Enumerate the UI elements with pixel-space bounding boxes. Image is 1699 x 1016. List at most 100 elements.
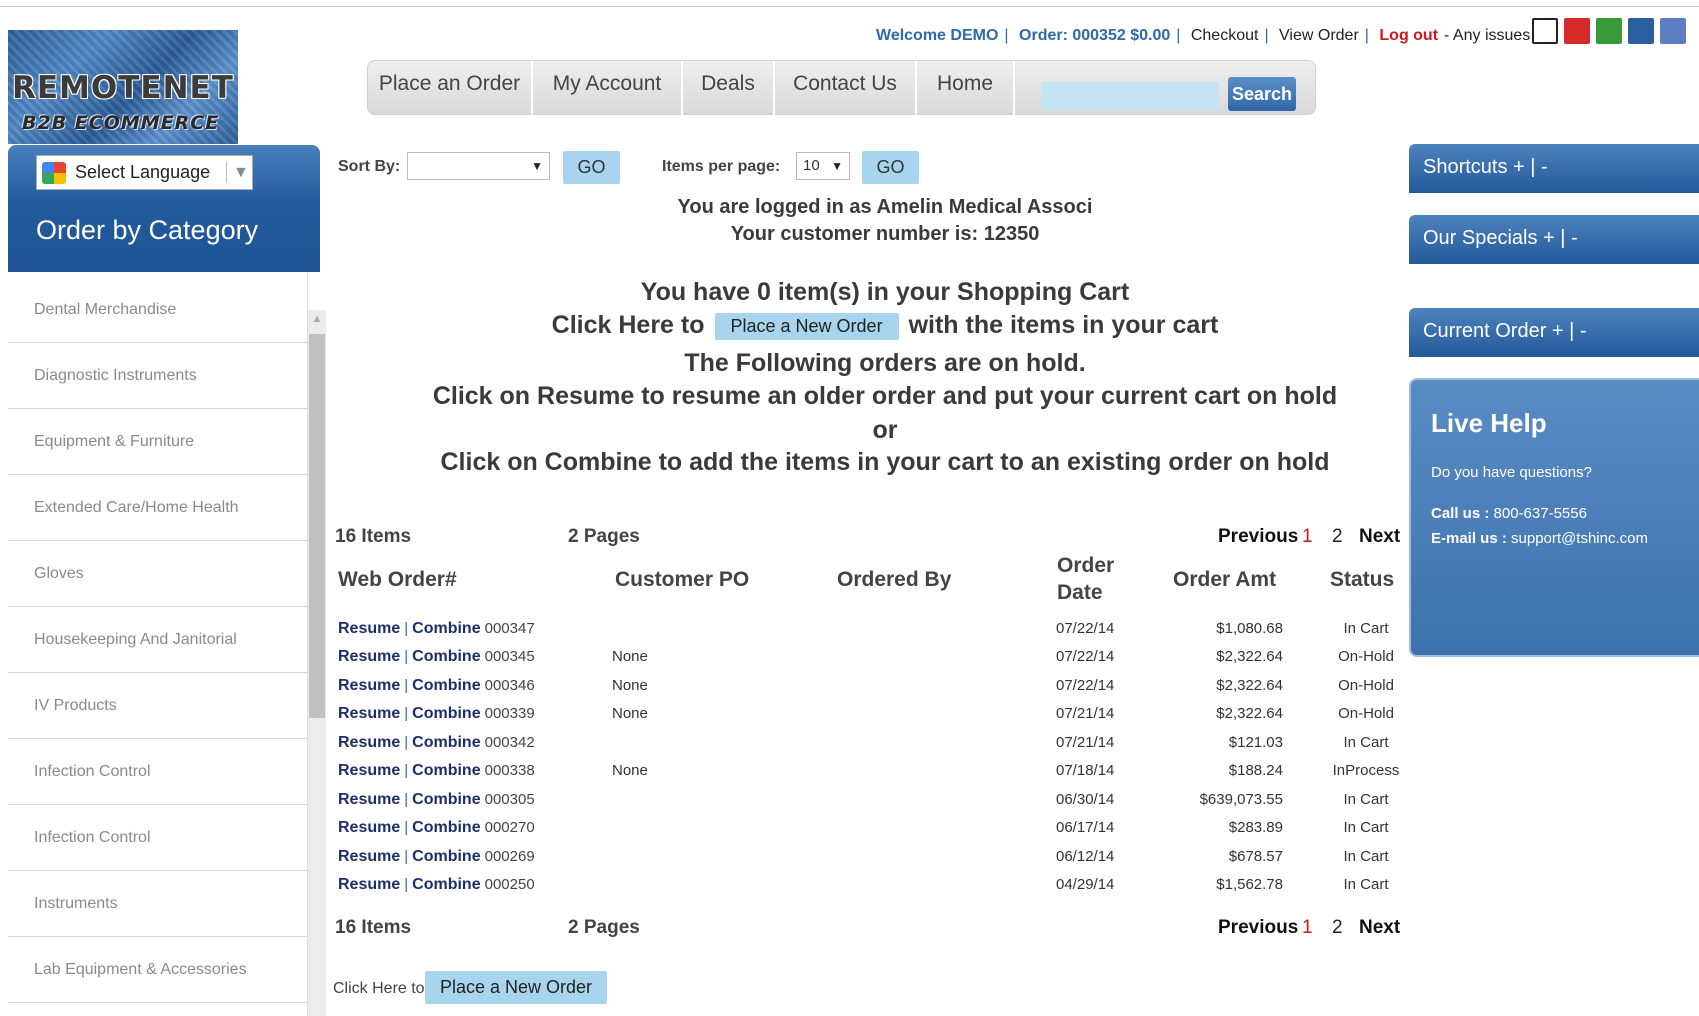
category-item[interactable]: Instruments: [8, 871, 308, 937]
combine-link[interactable]: Combine: [412, 791, 480, 808]
order-date: 06/17/14: [1056, 819, 1115, 836]
previous-link[interactable]: Previous: [1218, 526, 1298, 548]
sort-go-button[interactable]: GO: [563, 151, 620, 184]
language-label: Select Language: [75, 162, 211, 182]
word-icon[interactable]: [1660, 18, 1686, 44]
chevron-down-icon: ▼: [531, 159, 543, 173]
category-item[interactable]: Equipment & Furniture: [8, 409, 308, 475]
shortcuts-panel[interactable]: Shortcuts + | -: [1409, 144, 1699, 193]
category-label: Gloves: [34, 564, 84, 582]
combine-link[interactable]: Combine: [412, 848, 480, 865]
per-page-go-button[interactable]: GO: [862, 151, 919, 184]
nav-my-account[interactable]: My Account: [533, 61, 683, 115]
combine-link[interactable]: Combine: [412, 762, 480, 779]
item-count: 16 Items: [335, 526, 412, 547]
category-item[interactable]: Gloves: [8, 541, 308, 607]
sort-label: Sort By:: [338, 158, 401, 175]
resume-link[interactable]: Resume: [338, 734, 400, 751]
order-status: InProcess: [1332, 762, 1400, 779]
previous-link[interactable]: Previous: [1218, 917, 1298, 939]
resume-link[interactable]: Resume: [338, 876, 400, 893]
resume-link[interactable]: Resume: [338, 848, 400, 865]
resume-link[interactable]: Resume: [338, 819, 400, 836]
category-title: Order by Category: [36, 215, 259, 245]
combine-link[interactable]: Combine: [412, 734, 480, 751]
order-status: On-Hold: [1338, 705, 1394, 722]
resume-link[interactable]: Resume: [338, 705, 400, 722]
order-number: 000305: [484, 791, 535, 808]
next-link[interactable]: Next: [1359, 917, 1400, 939]
order-amount: $121.03: [1228, 734, 1283, 751]
combine-link[interactable]: Combine: [412, 677, 480, 694]
resume-info-text: Click on Resume to resume an older order…: [432, 382, 1338, 410]
order-amount: $2,322.64: [1216, 648, 1283, 665]
page-2-link[interactable]: 2: [1332, 526, 1343, 548]
scroll-up-icon[interactable]: ▲: [308, 310, 326, 328]
category-item[interactable]: Dental Merchandise: [8, 277, 308, 343]
resume-link[interactable]: Resume: [338, 762, 400, 779]
place-order-line: Click Here to Place a New Order with the i…: [335, 311, 1435, 340]
table-row: Resume | Combine 000347 07/22/14 $1,080.68 …: [338, 620, 1398, 646]
remotenet-logo[interactable]: REMOTENET B2B ECOMMERCE: [8, 30, 238, 144]
place-new-order-button[interactable]: Place a New Order: [714, 312, 899, 340]
combine-link[interactable]: Combine: [412, 648, 480, 665]
image-icon[interactable]: [1628, 18, 1654, 44]
nav-deals[interactable]: Deals: [683, 61, 775, 115]
category-item[interactable]: Infection Control: [8, 805, 308, 871]
divider: [226, 162, 227, 183]
category-item[interactable]: Extended Care/Home Health: [8, 475, 308, 541]
bottom-place-new-order-button[interactable]: Place a New Order: [425, 971, 607, 1004]
print-icon[interactable]: [1532, 18, 1558, 44]
next-link[interactable]: Next: [1359, 526, 1400, 548]
separator: |: [1264, 27, 1269, 44]
sort-select[interactable]: ▼: [407, 152, 550, 180]
category-label: Infection Control: [34, 828, 151, 846]
search-input[interactable]: [1041, 82, 1219, 110]
category-item[interactable]: Housekeeping And Janitorial: [8, 607, 308, 673]
current-order-link[interactable]: Order: 000352 $0.00: [1019, 27, 1170, 44]
pdf-icon[interactable]: [1564, 18, 1590, 44]
header-status: Status: [1330, 568, 1395, 591]
order-status: In Cart: [1343, 848, 1389, 865]
nav-home[interactable]: Home: [917, 61, 1015, 115]
page-1-link[interactable]: 1: [1302, 526, 1313, 548]
category-item[interactable]: Infection Control: [8, 739, 308, 805]
specials-panel[interactable]: Our Specials + | -: [1409, 215, 1699, 264]
scrollbar-thumb[interactable]: [309, 334, 325, 718]
language-select[interactable]: Select Language ▼: [36, 155, 253, 190]
search-button[interactable]: Search: [1228, 77, 1296, 111]
page-2-link[interactable]: 2: [1332, 917, 1343, 939]
table-row: Resume | Combine 000270 06/17/14 $283.89 In…: [338, 819, 1398, 845]
checkout-link[interactable]: Checkout: [1191, 27, 1259, 44]
category-item[interactable]: Diagnostic Instruments: [8, 343, 308, 409]
current-order-panel[interactable]: Current Order + | -: [1409, 308, 1699, 357]
call-label: Call us :: [1431, 505, 1490, 522]
nav-place-order[interactable]: Place an Order: [368, 61, 533, 115]
resume-link[interactable]: Resume: [338, 791, 400, 808]
resume-link[interactable]: Resume: [338, 648, 400, 665]
category-item[interactable]: Lab Equipment & Accessories: [8, 937, 308, 1003]
click-here-text: Click Here to: [551, 311, 705, 339]
nav-contact-us[interactable]: Contact Us: [775, 61, 917, 115]
logo-subtitle: B2B ECOMMERCE: [22, 112, 220, 134]
logout-link[interactable]: Log out: [1379, 27, 1438, 44]
combine-info-text: Click on Combine to add the items in you…: [440, 448, 1330, 476]
combine-link[interactable]: Combine: [412, 876, 480, 893]
order-amount: $678.57: [1228, 848, 1283, 865]
excel-icon[interactable]: [1596, 18, 1622, 44]
order-date: 07/22/14: [1056, 677, 1115, 694]
phone-number[interactable]: 800-637-5556: [1494, 505, 1587, 522]
per-page-select[interactable]: 10 ▼: [796, 152, 850, 180]
customer-number-text: Your customer number is: 12350: [730, 223, 1040, 245]
order-number: 000269: [484, 848, 535, 865]
combine-link[interactable]: Combine: [412, 705, 480, 722]
view-order-link[interactable]: View Order: [1279, 27, 1359, 44]
combine-link[interactable]: Combine: [412, 819, 480, 836]
category-item[interactable]: IV Products: [8, 673, 308, 739]
page-1-link[interactable]: 1: [1302, 917, 1313, 939]
resume-link[interactable]: Resume: [338, 620, 400, 637]
email-address[interactable]: support@tshinc.com: [1511, 530, 1648, 547]
combine-link[interactable]: Combine: [412, 620, 480, 637]
separator: |: [1364, 27, 1369, 44]
resume-link[interactable]: Resume: [338, 677, 400, 694]
